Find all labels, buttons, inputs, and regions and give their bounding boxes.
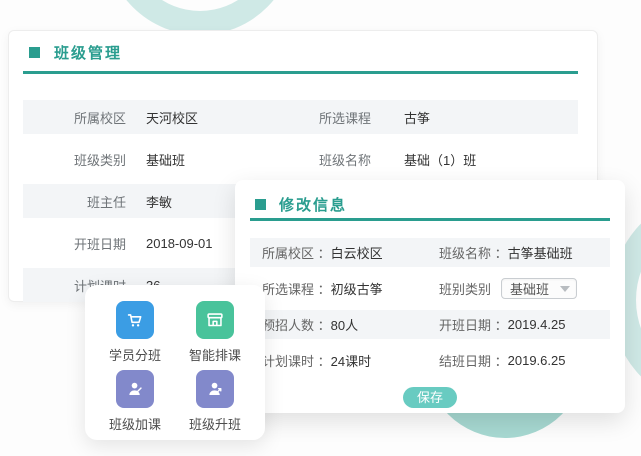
edit-row-hours-enddate: 计划课时 ： 24课时 结班日期 ： 2019.6.25: [250, 346, 610, 375]
edit-row-campus-name: 所属校区 ： 白云校区 班级名称 ： 古筝基础班: [250, 238, 610, 267]
panel-header: 修改信息: [235, 180, 625, 214]
field-value: 2019.6.25: [508, 353, 566, 368]
class-category-select[interactable]: 基础班: [501, 278, 577, 299]
field-value: 古筝基础班: [508, 243, 573, 262]
field-label: 所属校区 ：: [262, 243, 331, 262]
edit-row-enroll-date: 预招人数 ： 80人 开班日期 ： 2019.4.25: [250, 310, 610, 339]
field-label: 班级名称: [319, 150, 404, 169]
field-label: 所选课程 ：: [262, 279, 331, 298]
edit-info-dialog: 修改信息 所属校区 ： 白云校区 班级名称 ： 古筝基础班 所选课程 ： 初级古…: [235, 180, 625, 413]
field-value: 24课时: [331, 351, 371, 370]
field-label: 结班日期 ：: [439, 351, 508, 370]
field-label: 所属校区: [23, 108, 126, 127]
person-up-icon: [196, 370, 234, 408]
field-value: 基础（1）班: [404, 150, 578, 169]
field-label: 所选课程: [319, 108, 404, 127]
field-value: 白云校区: [331, 243, 383, 262]
select-value: 基础班: [510, 279, 549, 298]
dialog-title: 修改信息: [279, 194, 347, 215]
store-icon: [196, 301, 234, 339]
title-bullet-icon: [29, 47, 40, 58]
field-label: 班别类别: [439, 279, 491, 298]
page: 班级管理 所属校区 天河校区 所选课程 古筝 班级类别 基础班 班级名称 基础（…: [0, 0, 641, 456]
info-row-category: 班级类别 基础班 班级名称 基础（1）班: [23, 142, 578, 176]
field-label: 班级名称 ：: [439, 243, 508, 262]
field-label: 开班日期: [23, 234, 126, 253]
edit-row-course-category: 所选课程 ： 初级古筝 班别类别 基础班: [250, 274, 610, 303]
field-value: 基础班: [126, 150, 319, 169]
action-student-assign[interactable]: 学员分班: [95, 301, 175, 364]
field-value: 2019.4.25: [508, 317, 566, 332]
panel-header: 班级管理: [9, 31, 597, 62]
action-add-lesson[interactable]: 班级加课: [95, 370, 175, 433]
field-label: 开班日期 ：: [439, 315, 508, 334]
person-edit-icon: [116, 370, 154, 408]
field-label: 计划课时 ：: [262, 351, 331, 370]
action-label: 班级加课: [109, 414, 161, 433]
title-bullet-icon: [255, 199, 266, 210]
field-label: 班级类别: [23, 150, 126, 169]
edit-rows: 所属校区 ： 白云校区 班级名称 ： 古筝基础班 所选课程 ： 初级古筝 班别类…: [250, 238, 610, 375]
title-underline: [23, 71, 578, 74]
quick-actions-panel: 学员分班 智能排课 班级加课: [85, 285, 265, 440]
field-value: 天河校区: [126, 108, 319, 127]
field-label: 班主任: [23, 192, 126, 211]
title-underline: [250, 218, 610, 221]
info-row-campus: 所属校区 天河校区 所选课程 古筝: [23, 100, 578, 134]
action-label: 班级升班: [189, 414, 241, 433]
field-value: 古筝: [404, 108, 578, 127]
action-class-promote[interactable]: 班级升班: [175, 370, 255, 433]
field-label: 预招人数 ：: [262, 315, 331, 334]
field-value: 初级古筝: [331, 279, 383, 298]
action-label: 学员分班: [109, 345, 161, 364]
field-value: 80人: [331, 315, 358, 334]
cart-icon: [116, 301, 154, 339]
action-smart-schedule[interactable]: 智能排课: [175, 301, 255, 364]
action-label: 智能排课: [189, 345, 241, 364]
save-button[interactable]: 保存: [403, 387, 457, 408]
chevron-down-icon: [560, 286, 570, 292]
page-title: 班级管理: [54, 42, 122, 63]
